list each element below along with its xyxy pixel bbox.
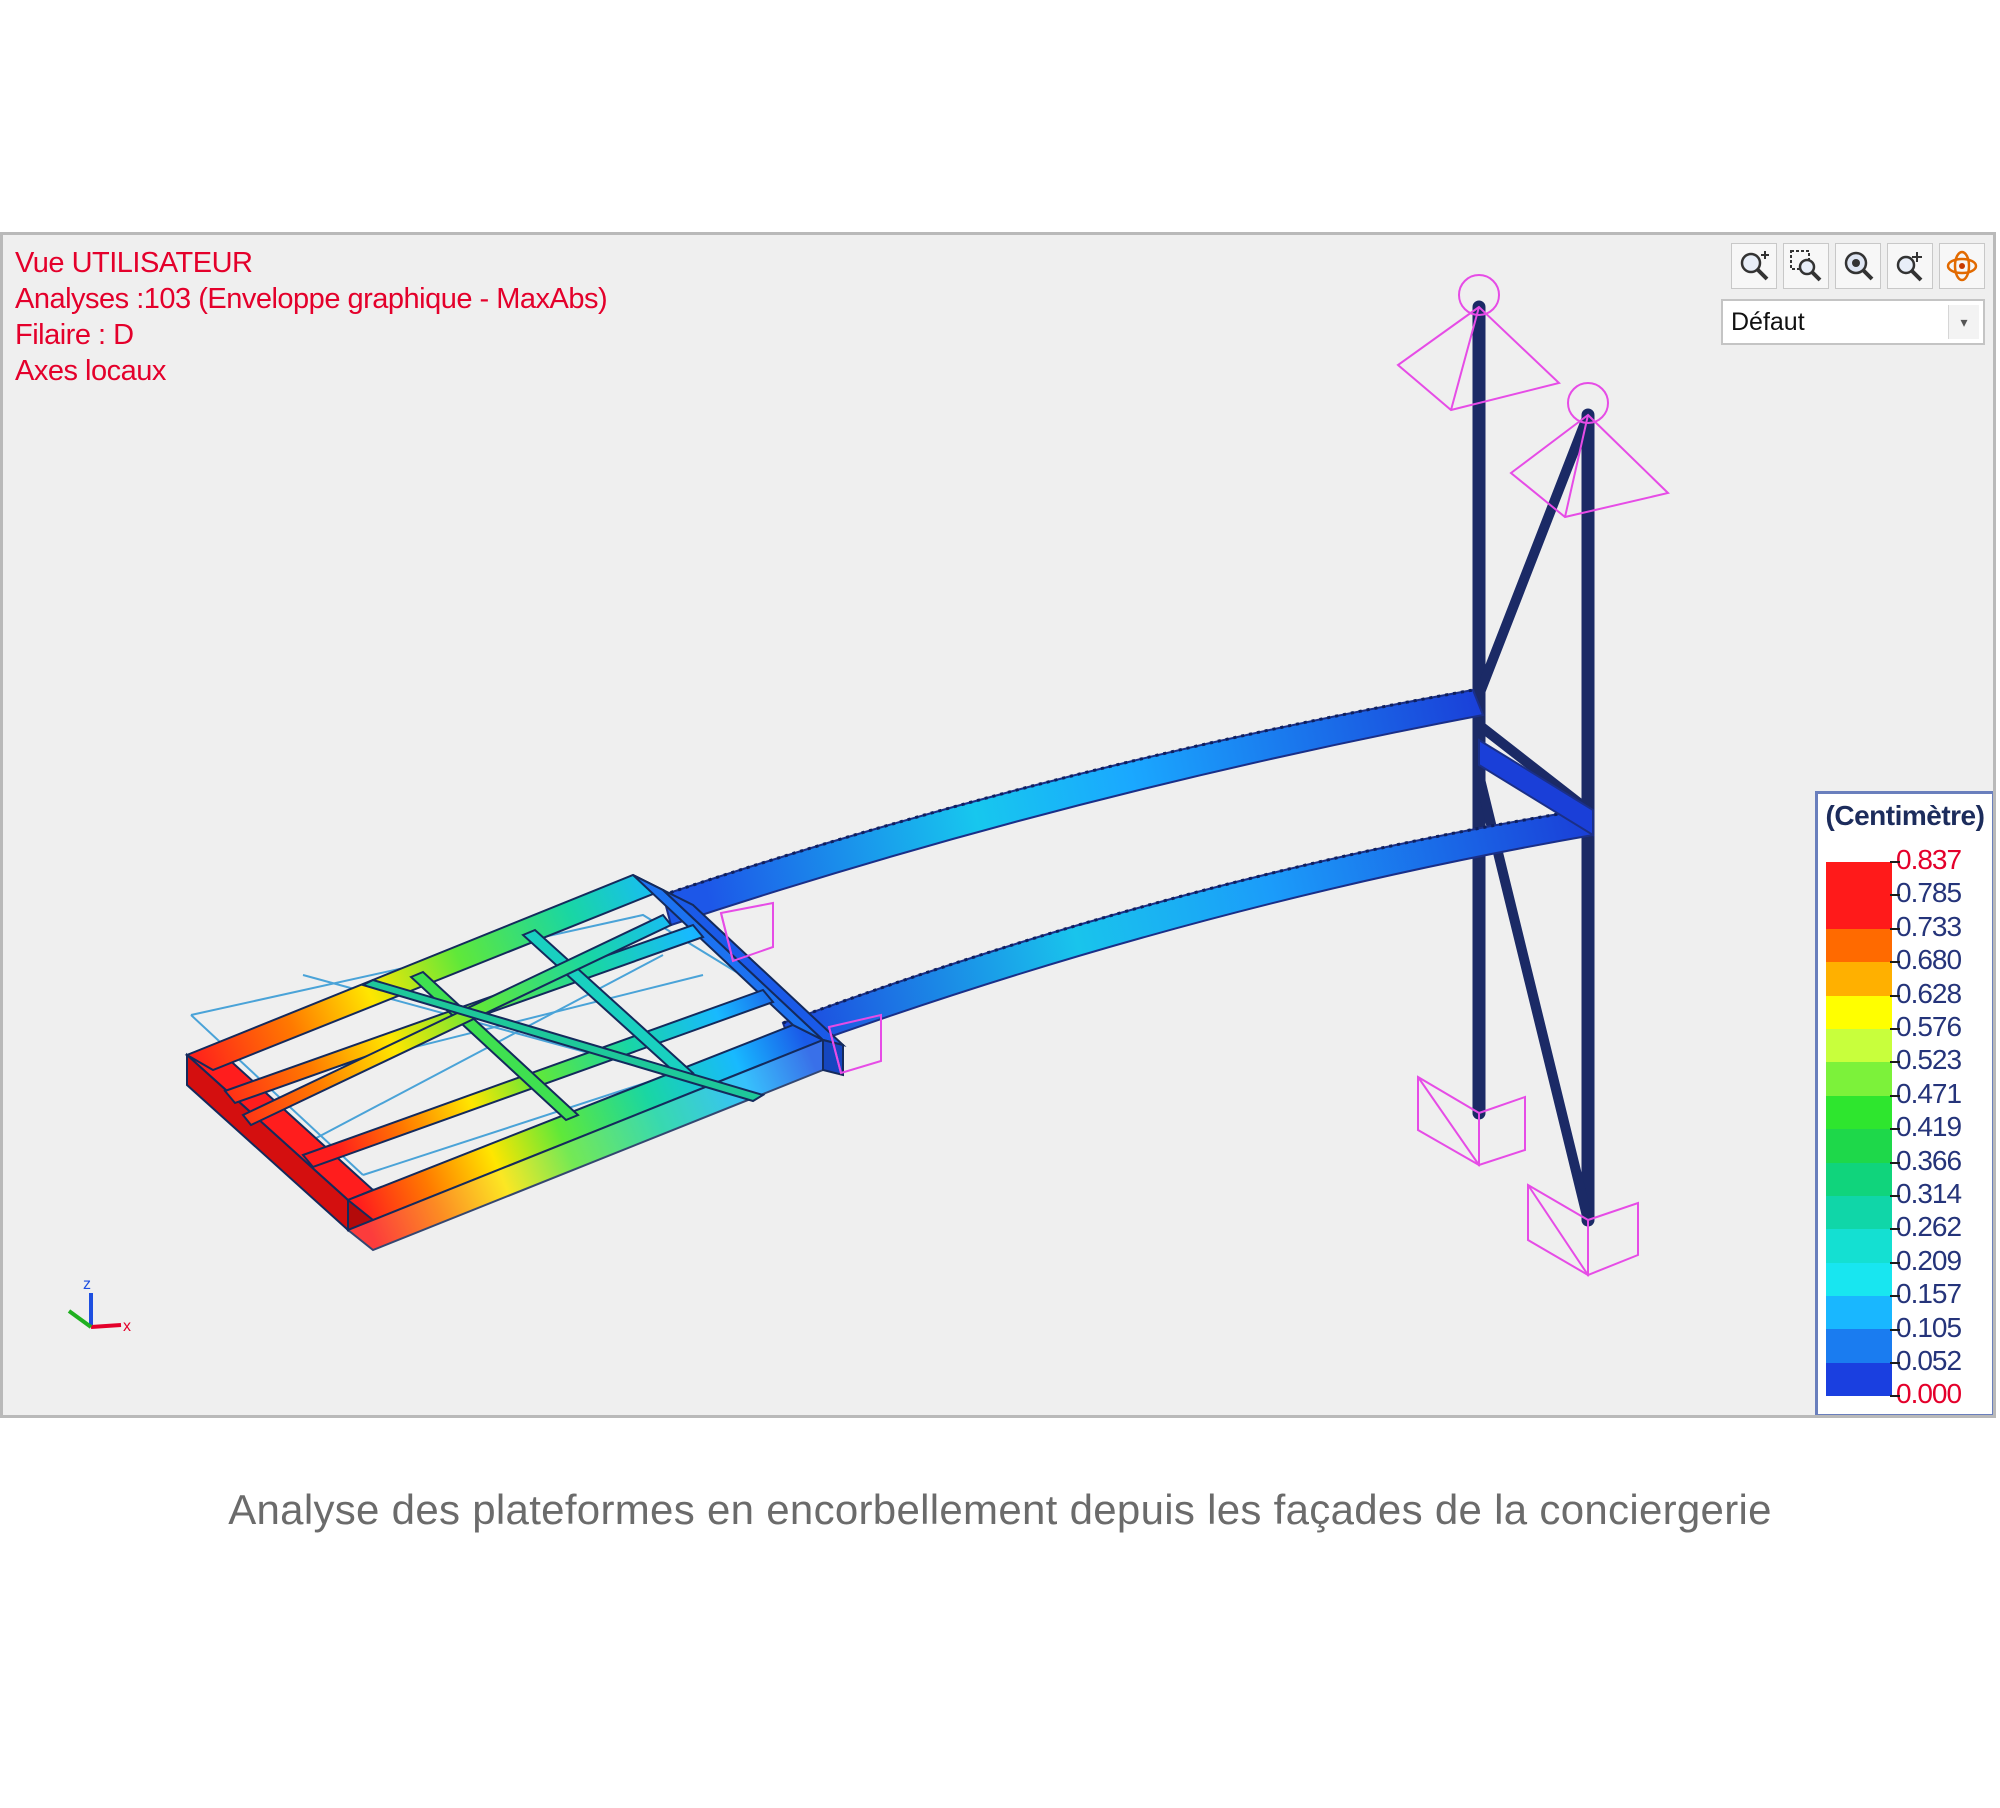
legend-value: 0.785 (1890, 877, 1962, 909)
legend-tick (1890, 961, 1900, 964)
axes-triad: z x (67, 1276, 131, 1335)
legend-tick (1890, 1195, 1900, 1197)
legend-swatch (1826, 995, 1892, 1029)
legend-swatch (1826, 1229, 1892, 1263)
legend-value: 0.628 (1890, 978, 1962, 1010)
legend-tick (1890, 1395, 1900, 1398)
top-supports (1396, 274, 1671, 519)
legend-swatch (1826, 1195, 1892, 1230)
displacement-legend: (Centimètre) 0.837 0.785 0.733 0.680 0.628 0.… (1815, 791, 1993, 1415)
upper-cantilever-beam (661, 688, 1485, 927)
legend-tick (1890, 1328, 1900, 1331)
legend-swatch (1826, 1095, 1892, 1130)
3d-viewport[interactable]: z x Vue UTILISATEUR Analyses :103 (Envel… (0, 232, 1996, 1418)
legend-swatch (1826, 962, 1892, 996)
lower-cantilever-beam (781, 738, 1595, 1052)
legend-tick (1890, 861, 1900, 863)
legend-swatch (1826, 1162, 1892, 1196)
legend-value: 0.262 (1890, 1211, 1962, 1243)
zoom-in-icon (1740, 251, 1769, 281)
legend-tick (1890, 1161, 1900, 1164)
cantilever-platform (184, 873, 847, 1252)
legend-color-bar (1826, 862, 1892, 1397)
axis-x-label: x (123, 1318, 131, 1335)
legend-value: 0.157 (1890, 1278, 1962, 1310)
legend-swatch (1826, 1362, 1892, 1397)
zoom-extents-icon (1844, 251, 1874, 281)
legend-value: 0.576 (1890, 1011, 1962, 1043)
rotate-view-button[interactable] (1939, 243, 1985, 289)
local-axes-label: Axes locaux (15, 355, 166, 387)
structure-model[interactable]: z x (3, 235, 1996, 1418)
legend-unit-label: (Centimètre) (1825, 800, 1985, 831)
view-preset-value: Défaut (1731, 307, 1805, 336)
base-supports (719, 901, 1639, 1277)
legend-swatch (1826, 895, 1892, 929)
legend-swatch (1826, 1129, 1892, 1163)
zoom-in-button[interactable] (1731, 243, 1777, 289)
legend-tick (1890, 1028, 1900, 1030)
legend-value: 0.209 (1890, 1245, 1962, 1277)
legend-tick (1890, 1061, 1900, 1064)
zoom-dynamic-button[interactable] (1887, 243, 1933, 289)
view-info-overlay: Vue UTILISATEUR Analyses :103 (Enveloppe… (15, 245, 608, 389)
legend-tick (1890, 1228, 1900, 1231)
legend-value: 0.733 (1890, 911, 1962, 943)
legend-tick (1890, 994, 1900, 997)
legend-tick (1890, 1295, 1900, 1298)
wireframe-label: Filaire : D (15, 319, 134, 351)
legend-value: 0.052 (1890, 1345, 1962, 1377)
legend-swatch (1826, 1296, 1892, 1330)
legend-tick (1890, 1362, 1900, 1364)
rotate-view-icon (1946, 250, 1978, 282)
legend-value: 0.471 (1890, 1078, 1962, 1110)
legend-value: 0.105 (1890, 1312, 1962, 1344)
legend-swatch (1826, 1028, 1892, 1063)
legend-value: 0.419 (1890, 1111, 1962, 1143)
zoom-window-icon (1790, 250, 1822, 282)
view-toolbar (1731, 243, 1985, 289)
legend-tick (1890, 894, 1900, 897)
view-name-label: Vue UTILISATEUR (15, 247, 253, 279)
legend-swatch (1826, 928, 1892, 963)
legend-value: 0.523 (1890, 1044, 1962, 1076)
legend-value: 0.000 (1890, 1378, 1962, 1410)
legend-swatch (1826, 1329, 1892, 1363)
legend-swatch (1826, 1262, 1892, 1297)
zoom-extents-button[interactable] (1835, 243, 1881, 289)
legend-swatch (1826, 1062, 1892, 1096)
legend-value: 0.366 (1890, 1145, 1962, 1177)
analysis-label: Analyses :103 (Enveloppe graphique - Max… (15, 283, 608, 315)
axis-z-label: z (83, 1276, 91, 1293)
zoom-window-button[interactable] (1783, 243, 1829, 289)
legend-tick (1890, 1261, 1900, 1264)
legend-tick (1890, 1128, 1900, 1131)
legend-swatch (1826, 862, 1892, 896)
legend-value: 0.314 (1890, 1178, 1962, 1210)
legend-tick (1890, 927, 1900, 930)
legend-tick (1890, 1094, 1900, 1097)
zoom-dynamic-icon (1896, 252, 1923, 282)
legend-value: 0.680 (1890, 944, 1962, 976)
chevron-down-icon[interactable]: ▾ (1948, 305, 1979, 339)
legend-value: 0.837 (1890, 844, 1962, 876)
view-preset-select[interactable]: Défaut ▾ (1721, 299, 1985, 345)
image-caption: Analyse des plateformes en encorbellemen… (228, 1486, 1772, 1533)
